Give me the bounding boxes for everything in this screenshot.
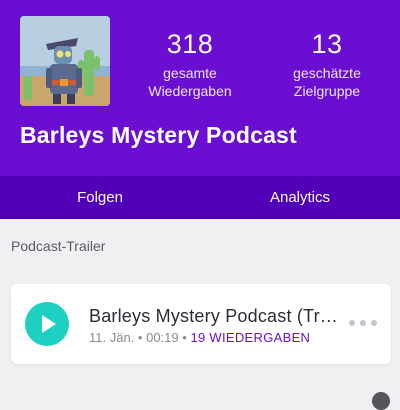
total-plays-stat: 318 gesamte Wiedergaben <box>120 28 260 100</box>
episode-meta: 11. Jän. • 00:19 • 19 WIEDERGABEN <box>89 330 310 345</box>
audience-label-line1: geschätzte <box>293 65 361 81</box>
total-plays-label-line1: gesamte <box>163 65 217 81</box>
meta-separator: • <box>137 330 147 345</box>
tab-analytics[interactable]: Analytics <box>200 176 400 219</box>
total-plays-value: 318 <box>166 29 214 59</box>
audience-value: 13 <box>311 29 343 59</box>
tab-bar: Folgen Analytics <box>0 176 400 219</box>
episode-date: 11. Jän. <box>89 330 135 345</box>
play-button[interactable] <box>25 302 69 346</box>
tab-episodes[interactable]: Folgen <box>0 176 200 219</box>
total-plays-label: gesamte Wiedergaben <box>120 64 260 100</box>
podcast-header: 318 gesamte Wiedergaben 13 geschätzte Zi… <box>0 0 400 176</box>
podcast-cover-art <box>20 16 110 106</box>
trailer-episode-card[interactable]: Barleys Mystery Podcast (Trailer) 11. Jä… <box>11 284 391 364</box>
episode-duration: 00:19 <box>146 330 179 345</box>
podcast-title: Barleys Mystery Podcast <box>20 122 297 148</box>
audience-stat: 13 geschätzte Zielgruppe <box>257 28 397 100</box>
sort-icon[interactable] <box>372 392 390 410</box>
total-plays-label-line2: Wiedergaben <box>148 83 232 99</box>
episode-title[interactable]: Barleys Mystery Podcast (Trailer) <box>89 306 347 327</box>
more-options-button[interactable] <box>349 312 379 332</box>
trailer-section-label: Podcast-Trailer <box>11 238 106 254</box>
play-icon <box>42 315 56 333</box>
audience-label: geschätzte Zielgruppe <box>257 64 397 100</box>
episode-plays: 19 WIEDERGABEN <box>190 330 311 345</box>
audience-label-line2: Zielgruppe <box>293 83 361 99</box>
